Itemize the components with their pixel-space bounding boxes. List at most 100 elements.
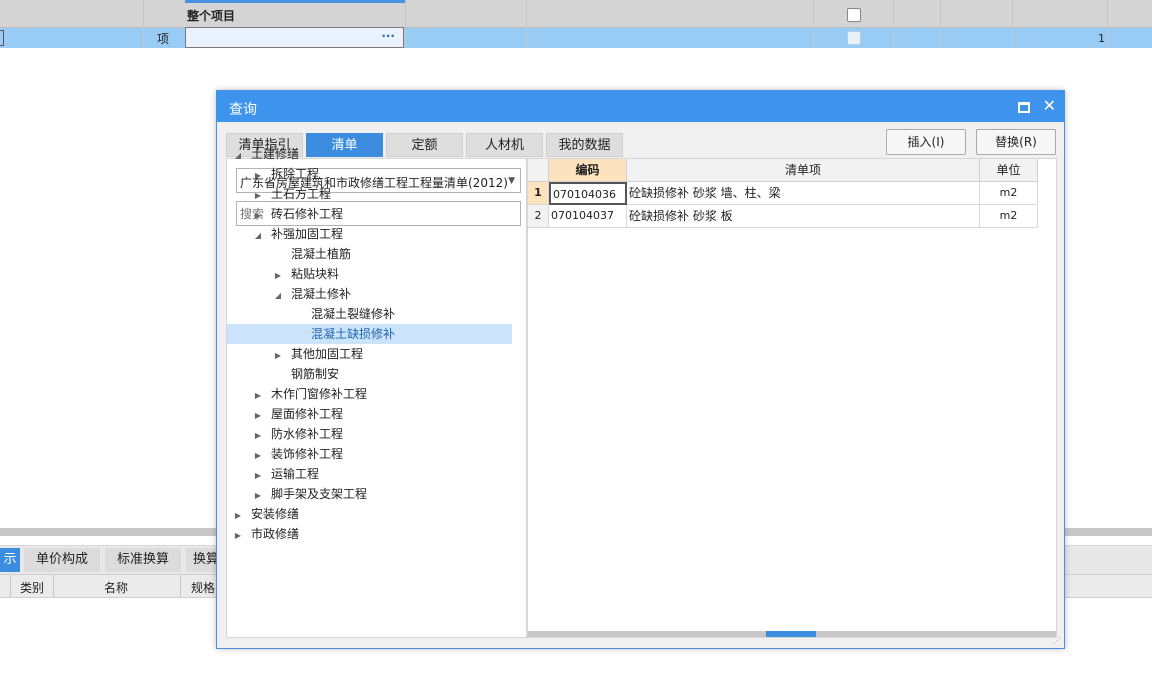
row-number[interactable]: 2 bbox=[528, 205, 549, 228]
column-header-code[interactable]: 编码 bbox=[549, 159, 627, 182]
triangle-right-icon[interactable]: ▶ bbox=[231, 506, 245, 526]
bill-name-cell[interactable]: 砼缺损修补 砂浆 墙、柱、梁 bbox=[627, 182, 980, 205]
tree-item-label: 补强加固工程 bbox=[271, 227, 344, 241]
grid-divider bbox=[813, 0, 814, 48]
triangle-down-icon[interactable]: ◢ bbox=[271, 286, 285, 306]
bill-code-cell[interactable]: 070104036 bbox=[549, 182, 627, 205]
grid-divider bbox=[10, 575, 11, 597]
row-checkbox[interactable] bbox=[847, 8, 861, 22]
tree-item[interactable]: ▶ 粘贴块料 bbox=[227, 264, 512, 284]
triangle-down-icon[interactable]: ◢ bbox=[231, 146, 245, 166]
triangle-down-icon[interactable]: ◢ bbox=[251, 226, 265, 246]
horizontal-scrollbar[interactable] bbox=[528, 631, 1056, 637]
grid-row-selected[interactable] bbox=[0, 28, 1152, 48]
tree-item-label: 土建修缮 bbox=[251, 147, 300, 161]
tree-item-label: 拆除工程 bbox=[271, 167, 320, 181]
triangle-right-icon[interactable]: ▶ bbox=[251, 386, 265, 406]
tree-item-label: 防水修补工程 bbox=[271, 427, 344, 441]
replace-button[interactable]: 替换(R) bbox=[976, 129, 1056, 155]
bill-unit-cell[interactable]: m2 bbox=[980, 205, 1038, 228]
tree-item[interactable]: 钢筋制安 bbox=[227, 364, 512, 384]
grid-divider bbox=[405, 0, 406, 48]
grid-divider bbox=[53, 575, 54, 597]
tree-item-label: 其他加固工程 bbox=[291, 347, 364, 361]
triangle-right-icon[interactable]: ▶ bbox=[251, 446, 265, 466]
tree-item-label: 混凝土修补 bbox=[291, 287, 352, 301]
tree-item-label: 砖石修补工程 bbox=[271, 207, 344, 221]
grid-divider bbox=[940, 0, 941, 48]
tree-item[interactable]: ◢ 补强加固工程 bbox=[227, 224, 512, 244]
triangle-right-icon[interactable]: ▶ bbox=[231, 526, 245, 546]
grid-divider bbox=[143, 0, 144, 48]
column-header-bill-item[interactable]: 清单项 bbox=[627, 159, 980, 182]
triangle-right-icon[interactable]: ▶ bbox=[251, 166, 265, 186]
column-header-unit[interactable]: 单位 bbox=[980, 159, 1038, 182]
column-highlight bbox=[185, 0, 405, 3]
tree-item[interactable]: 混凝土缺损修补 bbox=[227, 324, 512, 344]
triangle-right-icon[interactable]: ▶ bbox=[251, 186, 265, 206]
triangle-right-icon[interactable]: ▶ bbox=[251, 466, 265, 486]
tree-item[interactable]: ◢ 土建修缮 bbox=[227, 144, 512, 164]
column-header-spec: 规格 bbox=[191, 581, 216, 595]
dialog-titlebar[interactable]: 查询 ✕ bbox=[217, 91, 1064, 122]
tree-item-label: 土石方工程 bbox=[271, 187, 332, 201]
tree-item[interactable]: ▶ 砖石修补工程 bbox=[227, 204, 512, 224]
tree-item-label: 粘贴块料 bbox=[291, 267, 340, 281]
triangle-right-icon[interactable]: ▶ bbox=[251, 486, 265, 506]
dialog-title: 查询 bbox=[229, 102, 257, 118]
row-number[interactable]: 1 bbox=[528, 182, 549, 205]
tree-item[interactable]: ◢ 混凝土修补 bbox=[227, 284, 512, 304]
grid-divider bbox=[526, 0, 527, 48]
insert-button[interactable]: 插入(I) bbox=[886, 129, 966, 155]
bottom-tab-unit-price[interactable]: 单价构成 bbox=[24, 548, 100, 572]
bill-code-cell[interactable]: 070104037 bbox=[549, 205, 627, 228]
scrollbar-thumb[interactable] bbox=[766, 631, 816, 637]
bill-name-cell[interactable]: 砼缺损修补 砂浆 板 bbox=[627, 205, 980, 228]
tree-item[interactable]: ▶ 屋面修补工程 bbox=[227, 404, 512, 424]
tree-item-label: 屋面修补工程 bbox=[271, 407, 344, 421]
close-icon[interactable]: ✕ bbox=[1043, 96, 1056, 115]
column-header-category: 类别 bbox=[20, 581, 45, 595]
tree-item[interactable]: ▶ 拆除工程 bbox=[227, 164, 512, 184]
row-checkbox[interactable] bbox=[847, 31, 861, 45]
tree-item[interactable]: ▶ 脚手架及支架工程 bbox=[227, 484, 512, 504]
tree-item[interactable]: ▶ 木作门窗修补工程 bbox=[227, 384, 512, 404]
query-dialog: 查询 ✕ 清单指引 清单 定额 人材机 我的数据 插入(I) 替换(R) 广东省… bbox=[216, 90, 1065, 649]
tree-item-label: 混凝土裂缝修补 bbox=[311, 307, 396, 321]
tree-item[interactable]: ▶ 安装修缮 bbox=[227, 504, 512, 524]
grid-row-project[interactable] bbox=[0, 0, 1152, 28]
tree-item-label: 混凝土缺损修补 bbox=[311, 327, 396, 341]
resize-grip-icon[interactable]: ⋰ bbox=[1053, 636, 1061, 645]
tree-item-label: 安装修缮 bbox=[251, 507, 300, 521]
row-expander-stub[interactable] bbox=[0, 30, 4, 46]
tree-item[interactable]: 混凝土裂缝修补 bbox=[227, 304, 512, 324]
ellipsis-button[interactable]: ··· bbox=[381, 29, 395, 43]
triangle-right-icon[interactable]: ▶ bbox=[271, 266, 285, 286]
grid-divider bbox=[1012, 0, 1013, 48]
project-title: 整个项目 bbox=[187, 9, 236, 23]
tab-my-data[interactable]: 我的数据 bbox=[546, 133, 623, 157]
bottom-tab-0[interactable]: 示 bbox=[0, 548, 20, 572]
tree-item[interactable]: ▶ 防水修补工程 bbox=[227, 424, 512, 444]
tree-item[interactable]: 混凝土植筋 bbox=[227, 244, 512, 264]
triangle-right-icon[interactable]: ▶ bbox=[251, 406, 265, 426]
category-pane: 广东省房屋建筑和市政修缮工程工程量清单(2012) ▼ ◢土建修缮▶拆除工程▶土… bbox=[226, 147, 527, 638]
tree-item[interactable]: ▶ 市政修缮 bbox=[227, 524, 512, 544]
quantity-cell: 1 bbox=[1098, 32, 1105, 45]
triangle-right-icon[interactable]: ▶ bbox=[271, 346, 285, 366]
bottom-tab-standard-convert[interactable]: 标准换算 bbox=[105, 548, 181, 572]
tree-item[interactable]: ▶ 运输工程 bbox=[227, 464, 512, 484]
triangle-right-icon[interactable]: ▶ bbox=[251, 206, 265, 226]
tree-item-label: 运输工程 bbox=[271, 467, 320, 481]
tree-item[interactable]: ▶ 土石方工程 bbox=[227, 184, 512, 204]
tree-item-label: 装饰修补工程 bbox=[271, 447, 344, 461]
tree-item[interactable]: ▶ 其他加固工程 bbox=[227, 344, 512, 364]
tree-item-label: 混凝土植筋 bbox=[291, 247, 352, 261]
triangle-right-icon[interactable]: ▶ bbox=[251, 426, 265, 446]
tree-item[interactable]: ▶ 装饰修补工程 bbox=[227, 444, 512, 464]
grid-divider bbox=[180, 575, 181, 597]
name-edit-cell[interactable]: ··· bbox=[185, 27, 404, 48]
tree-item-label: 钢筋制安 bbox=[291, 367, 340, 381]
bill-unit-cell[interactable]: m2 bbox=[980, 182, 1038, 205]
maximize-icon[interactable] bbox=[1018, 102, 1030, 113]
